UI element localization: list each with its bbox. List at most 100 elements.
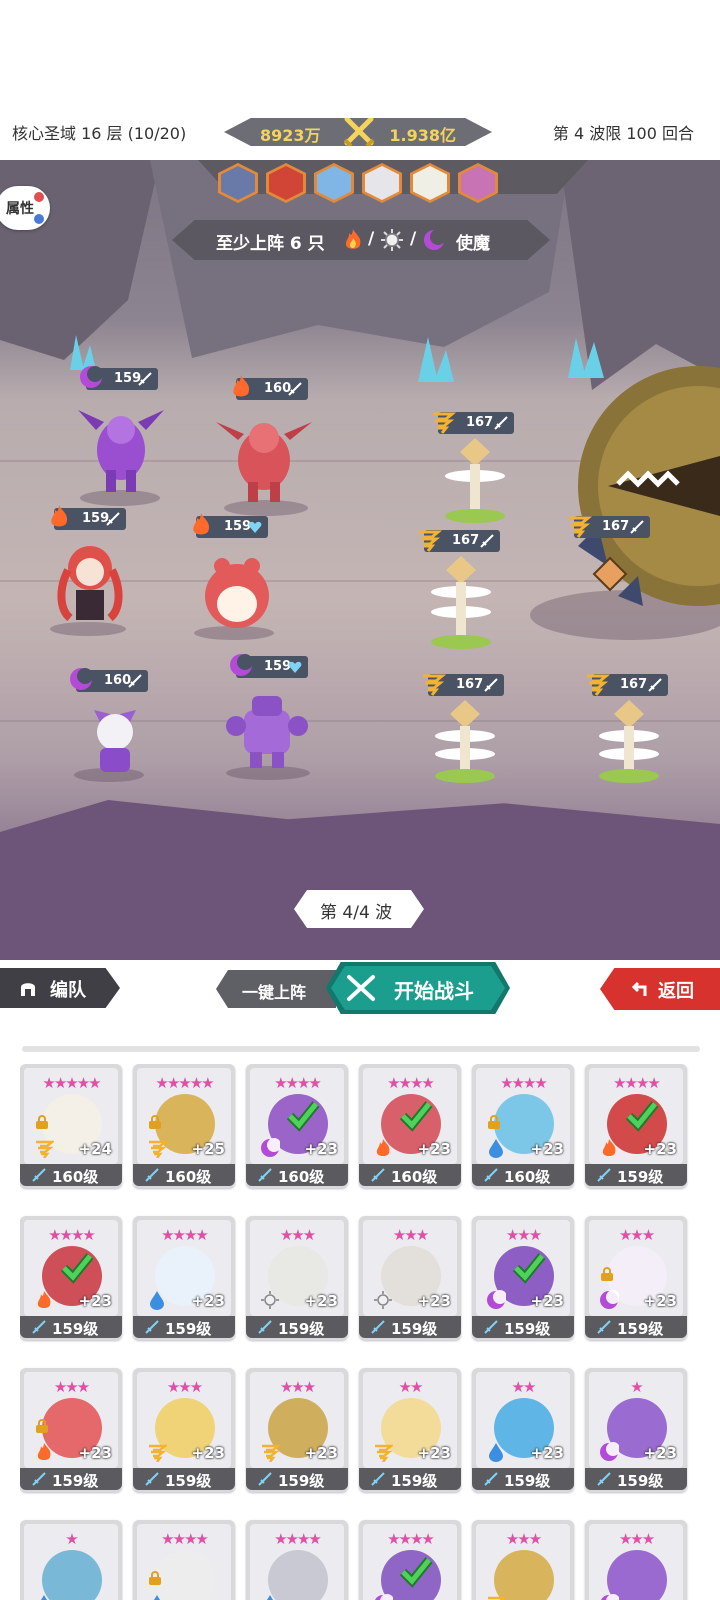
wave-limit: 第 4 波限 100 回合 — [552, 124, 694, 143]
roster-card[interactable]: ★★★ +23 159级 — [133, 1368, 235, 1492]
light-element-icon — [374, 1291, 392, 1309]
roster-card[interactable]: ★ — [20, 1520, 122, 1600]
totem-tower-unit — [445, 438, 505, 523]
star-rating: ★★ — [511, 1378, 537, 1396]
purple-robot-unit — [226, 696, 308, 768]
attr-dot-red — [34, 192, 44, 202]
card-level-bar: 160级 — [133, 1164, 235, 1186]
card-level: 159级 — [391, 1320, 438, 1338]
roster-card[interactable]: ★★★★ +23 159级 — [585, 1064, 687, 1188]
lock-icon — [36, 1115, 48, 1129]
water-element-icon — [40, 1595, 48, 1600]
card-level-bar: 159级 — [472, 1468, 574, 1490]
enhance-level: +23 — [191, 1444, 225, 1462]
roster-card[interactable]: ★★ +23 159级 — [359, 1368, 461, 1492]
roster-card[interactable]: ★★★ — [585, 1520, 687, 1600]
roster-card[interactable]: ★★★★ +23 159级 — [20, 1216, 122, 1340]
requirement-text: 至少上阵 6 只 — [216, 234, 325, 254]
roster-card[interactable]: ★★★★ — [133, 1520, 235, 1600]
enhance-level: +23 — [530, 1292, 564, 1310]
card-level: 160级 — [52, 1168, 99, 1186]
card-portrait: ★ +23 — [589, 1372, 683, 1468]
unit-level: 167 — [466, 415, 494, 430]
water-element-icon — [150, 1291, 164, 1310]
star-rating: ★★★★ — [274, 1074, 322, 1092]
card-level: 159级 — [617, 1168, 664, 1186]
roster-card[interactable]: ★ +23 159级 — [585, 1368, 687, 1492]
roster-card[interactable]: ★★★ +23 159级 — [585, 1216, 687, 1340]
sword-icon — [630, 520, 644, 534]
star-rating: ★★★★ — [161, 1226, 209, 1244]
sword-icon — [138, 372, 152, 386]
sword-icon — [32, 1320, 46, 1334]
unit-level-tag: 159 — [193, 513, 268, 538]
roster-card[interactable]: ★★ +23 159级 — [472, 1368, 574, 1492]
boss-golem-unit — [578, 366, 720, 606]
roster-card[interactable]: ★★★★ +23 159级 — [133, 1216, 235, 1340]
card-level-bar: 159级 — [359, 1468, 461, 1490]
back-button[interactable]: 返回 — [600, 968, 720, 1010]
roster-card[interactable]: ★★★ +23 159级 — [246, 1368, 348, 1492]
sword-icon — [128, 674, 142, 688]
card-level: 159级 — [391, 1472, 438, 1490]
roster-card[interactable]: ★★★ +23 159级 — [359, 1216, 461, 1340]
card-portrait: ★★ +23 — [363, 1372, 457, 1468]
card-portrait: ★★★ +23 — [137, 1372, 231, 1468]
roster-card[interactable]: ★★★★ +23 160级 — [359, 1064, 461, 1188]
red-dragon-unit — [216, 422, 312, 502]
unit-level: 167 — [602, 519, 630, 534]
roster-card[interactable]: ★★★★ — [246, 1520, 348, 1600]
unit-level: 167 — [620, 677, 648, 692]
moon-element-icon — [600, 1594, 619, 1600]
lock-icon — [149, 1571, 161, 1585]
sword-icon — [484, 678, 498, 692]
enhance-level: +24 — [78, 1140, 112, 1158]
selected-check-icon — [399, 1101, 433, 1132]
totem-tower-unit — [431, 556, 491, 649]
water-element-icon — [489, 1139, 503, 1158]
fire-element-icon — [51, 505, 68, 527]
card-level-bar: 159级 — [246, 1468, 348, 1490]
sword-icon — [32, 1168, 46, 1182]
roster-scrollbar[interactable] — [22, 1046, 700, 1052]
roster-card[interactable]: ★★★★★ +25 160级 — [133, 1064, 235, 1188]
fire-element-icon — [193, 513, 210, 535]
enhance-level: +23 — [304, 1140, 338, 1158]
floor-edge — [0, 800, 720, 960]
roster-card[interactable]: ★★★ +23 159级 — [472, 1216, 574, 1340]
roster-card[interactable]: ★★★★ +23 160级 — [246, 1064, 348, 1188]
moon-element-icon — [261, 1138, 280, 1157]
auto-deploy-button[interactable]: 一键上阵 — [216, 970, 336, 1008]
card-level: 159级 — [52, 1320, 99, 1338]
moon-element-icon — [600, 1290, 619, 1309]
roster-card[interactable]: ★★★ +23 159级 — [20, 1368, 122, 1492]
enhance-level: +23 — [530, 1444, 564, 1462]
wind-element-icon — [149, 1140, 167, 1158]
sword-icon — [145, 1168, 159, 1182]
star-rating: ★★ — [398, 1378, 424, 1396]
team-button[interactable]: 编队 — [0, 968, 120, 1008]
fire-element-icon — [376, 1139, 390, 1156]
sword-icon — [288, 382, 302, 396]
roster-card[interactable]: ★★★★ — [359, 1520, 461, 1600]
wind-element-icon — [262, 1444, 280, 1462]
roster-card[interactable]: ★★★ — [472, 1520, 574, 1600]
enhance-level: +23 — [304, 1292, 338, 1310]
wind-element-icon — [587, 674, 610, 696]
deploy-requirement: 至少上阵 6 只 / / 使魔 — [172, 220, 550, 260]
auto-deploy-label: 一键上阵 — [242, 983, 307, 1002]
star-rating: ★★★★ — [48, 1226, 96, 1244]
roster-grid: ★★★★★ +24 160级 ★★★★★ +25 160级 ★★★★ +23 160级 ★★★★ +… — [20, 1064, 704, 1600]
wind-element-icon — [423, 674, 446, 696]
star-rating: ★ — [65, 1530, 78, 1548]
attribute-button[interactable]: 属性 — [0, 186, 50, 230]
unit-level: 167 — [452, 533, 480, 548]
start-battle-button[interactable]: 开始战斗 — [326, 962, 510, 1014]
roster-card[interactable]: ★★★ +23 159级 — [246, 1216, 348, 1340]
card-portrait: ★ — [24, 1524, 118, 1600]
card-level-bar: 159级 — [472, 1316, 574, 1338]
roster-card[interactable]: ★★★★ +23 160级 — [472, 1064, 574, 1188]
roster-card[interactable]: ★★★★★ +24 160级 — [20, 1064, 122, 1188]
star-rating: ★★★★★ — [42, 1074, 101, 1092]
enhance-level: +23 — [643, 1140, 677, 1158]
